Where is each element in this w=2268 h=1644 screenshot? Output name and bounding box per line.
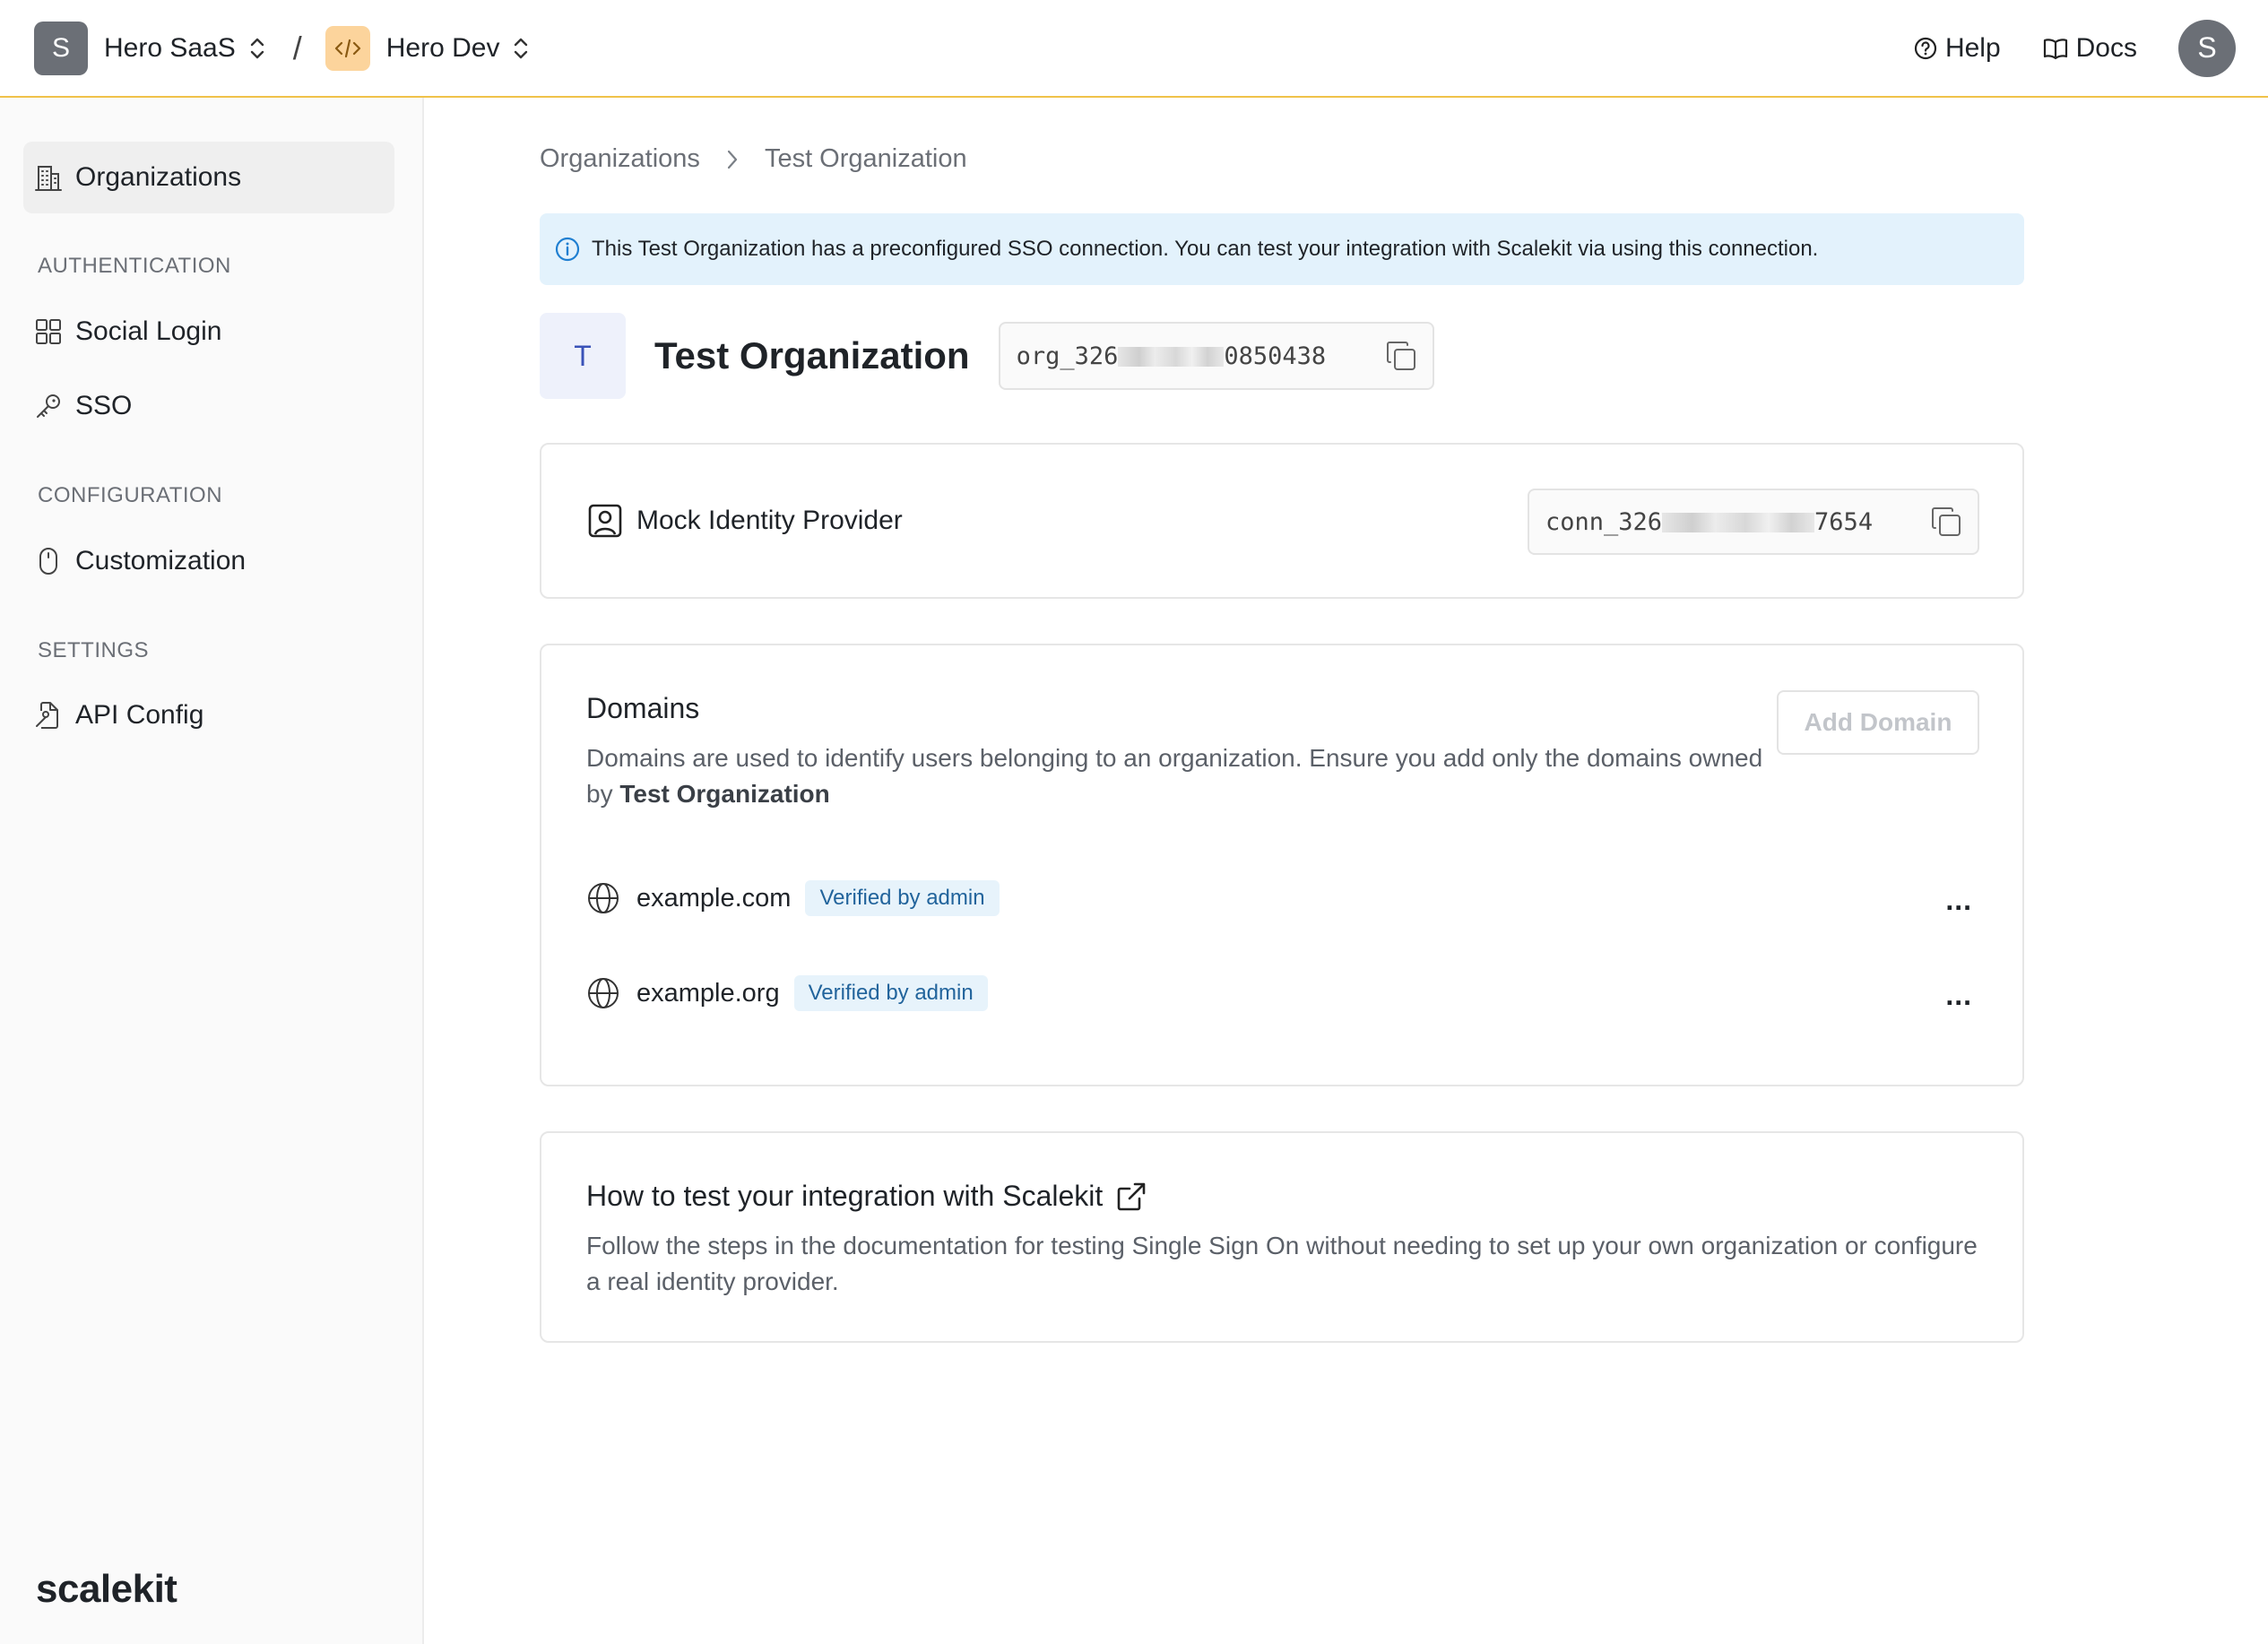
sidebar-item-organizations[interactable]: Organizations — [23, 142, 394, 213]
domains-description: Domains are used to identify users belon… — [586, 740, 1770, 812]
file-config-icon — [36, 702, 58, 729]
domains-description-org: Test Organization — [619, 780, 830, 808]
copy-icon[interactable] — [1384, 339, 1418, 373]
sidebar-item-customization[interactable]: Customization — [23, 525, 394, 597]
section-label-settings: SETTINGS — [38, 638, 150, 662]
breadcrumb-separator: / — [292, 29, 302, 66]
section-label-authentication: AUTHENTICATION — [38, 254, 231, 278]
copy-icon[interactable] — [1929, 505, 1963, 539]
user-square-icon — [588, 504, 622, 538]
howto-title[interactable]: How to test your integration with Scalek… — [586, 1180, 1147, 1213]
info-banner-text: This Test Organization has a preconfigur… — [592, 237, 1819, 261]
globe-icon — [588, 883, 619, 913]
help-link[interactable]: Help — [1913, 33, 2001, 64]
domain-row: example.com Verified by admin ... — [586, 871, 1981, 925]
organization-title: Test Organization — [654, 334, 970, 376]
building-icon — [35, 166, 62, 191]
docs-label: Docs — [2075, 32, 2137, 63]
organization-avatar: T — [540, 313, 626, 399]
organization-id-field: org_326 0850438 — [998, 322, 1434, 390]
add-domain-button[interactable]: Add Domain — [1777, 690, 1979, 755]
section-label-configuration: CONFIGURATION — [38, 483, 223, 507]
domain-name: example.org — [636, 978, 780, 1008]
identity-provider-card: Mock Identity Provider conn_326 7654 — [540, 443, 2024, 599]
workspace-name[interactable]: Hero SaaS — [104, 33, 236, 64]
redacted-blur — [1662, 513, 1815, 532]
organization-id-prefix: org_326 — [1016, 342, 1119, 370]
help-label: Help — [1944, 32, 2001, 63]
brand-logo: scalekit — [36, 1567, 177, 1611]
connection-id-value[interactable]: conn_326 7654 — [1545, 508, 1873, 536]
top-bar: S Hero SaaS / Hero Dev Help Docs S — [0, 0, 2268, 98]
verified-badge: Verified by admin — [805, 880, 1000, 916]
domains-card: Domains Domains are used to identify use… — [540, 644, 2024, 1086]
domains-title: Domains — [586, 692, 700, 724]
organization-header: T Test Organization org_326 0850438 — [540, 313, 1434, 399]
domain-row: example.org Verified by admin ... — [586, 966, 1981, 1020]
top-bar-actions: Help Docs S — [1913, 0, 2236, 96]
sidebar: Organizations AUTHENTICATION Social Logi… — [0, 98, 424, 1644]
organization-id-value[interactable]: org_326 0850438 — [1017, 342, 1327, 370]
howto-description: Follow the steps in the documentation fo… — [586, 1232, 1978, 1295]
grid-icon — [36, 319, 61, 344]
info-icon — [555, 237, 580, 262]
globe-icon — [588, 978, 619, 1008]
chevron-up-down-icon[interactable] — [512, 35, 530, 62]
sidebar-item-label: Customization — [75, 546, 247, 575]
identity-provider-name[interactable]: Mock Identity Provider — [636, 506, 903, 536]
verified-badge: Verified by admin — [793, 975, 988, 1011]
sidebar-item-sso[interactable]: SSO — [23, 370, 394, 442]
more-options-button[interactable]: ... — [1945, 884, 1972, 917]
docs-link[interactable]: Docs — [2042, 33, 2137, 64]
main-content: Organizations Test Organization This Tes… — [426, 98, 2268, 1644]
identity-provider: Mock Identity Provider — [586, 445, 903, 597]
breadcrumb-organizations[interactable]: Organizations — [540, 144, 700, 174]
sidebar-item-label: API Config — [75, 700, 204, 730]
redacted-blur — [1118, 347, 1225, 367]
breadcrumb: Organizations Test Organization — [540, 144, 967, 174]
howto-card: How to test your integration with Scalek… — [540, 1131, 2024, 1343]
sidebar-item-label: Social Login — [75, 316, 222, 346]
chevron-up-down-icon[interactable] — [248, 35, 266, 62]
breadcrumb-current: Test Organization — [764, 144, 967, 173]
mouse-icon — [39, 548, 57, 575]
user-avatar[interactable]: S — [2178, 19, 2236, 77]
connection-id-suffix: 7654 — [1814, 507, 1874, 536]
sidebar-item-social-login[interactable]: Social Login — [23, 296, 394, 368]
workspace-switcher-group: S Hero SaaS / Hero Dev — [34, 0, 530, 96]
book-open-icon — [2043, 38, 2067, 59]
organization-id-suffix: 0850438 — [1224, 342, 1327, 370]
info-banner: This Test Organization has a preconfigur… — [540, 213, 2024, 285]
sidebar-item-api-config[interactable]: API Config — [23, 679, 394, 751]
help-circle-icon — [1914, 37, 1937, 59]
external-link-icon — [1117, 1182, 1146, 1210]
chevron-right-icon — [725, 148, 740, 171]
domain-name: example.com — [636, 883, 792, 913]
code-icon[interactable] — [325, 25, 370, 71]
connection-id-prefix: conn_326 — [1545, 507, 1663, 536]
more-options-button[interactable]: ... — [1945, 979, 1972, 1012]
howto-title-text: How to test your integration with Scalek… — [586, 1180, 1104, 1212]
sidebar-item-label: SSO — [75, 391, 133, 420]
key-icon — [37, 394, 60, 418]
connection-id-field: conn_326 7654 — [1528, 489, 1979, 555]
environment-name[interactable]: Hero Dev — [386, 33, 500, 64]
workspace-avatar[interactable]: S — [34, 21, 88, 75]
sidebar-item-label: Organizations — [75, 162, 242, 192]
